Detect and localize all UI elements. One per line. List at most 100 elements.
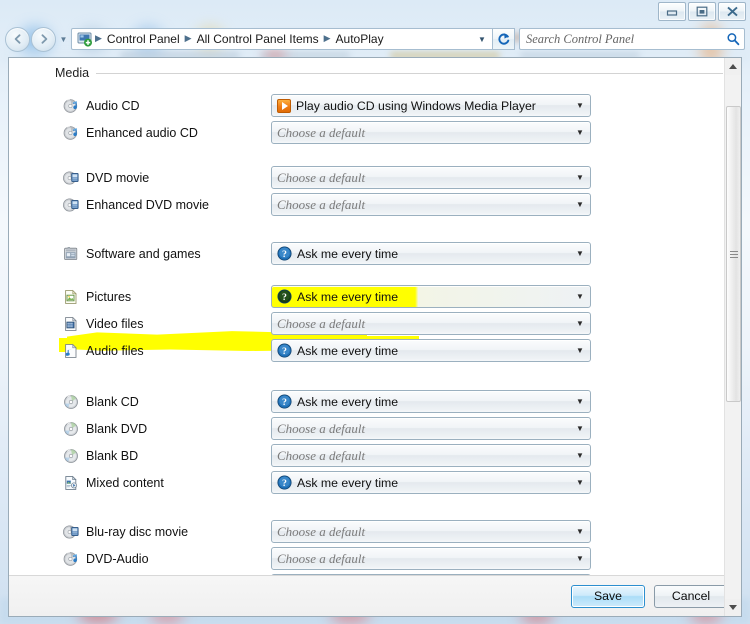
chevron-down-icon[interactable]: ▼: [573, 101, 587, 110]
autoplay-action-dropdown-blank-bd[interactable]: Choose a default ▼: [271, 444, 591, 467]
chevron-down-icon[interactable]: ▼: [573, 249, 587, 258]
autoplay-action-dropdown-video-cd[interactable]: Choose a default▼: [271, 574, 591, 575]
help-question-icon: ?: [277, 475, 292, 490]
breadcrumb-item-autoplay[interactable]: AutoPlay: [332, 30, 388, 48]
dropdown-value-wrapper: Choose a default: [277, 316, 573, 332]
address-dropdown-button[interactable]: ▼: [474, 35, 490, 44]
autoplay-action-dropdown-video-files[interactable]: Choose a default ▼: [271, 312, 591, 335]
search-icon[interactable]: [726, 32, 740, 46]
autoplay-action-dropdown-dvd-movie[interactable]: Choose a default ▼: [271, 166, 591, 189]
autoplay-action-dropdown-mixed-content[interactable]: ? Ask me every time ▼: [271, 471, 591, 494]
dropdown-value-text: Ask me every time: [297, 343, 399, 358]
media-row-label-software-and-games: Software and games: [63, 240, 201, 267]
maximize-button[interactable]: [688, 2, 716, 21]
breadcrumb: ▶ Control Panel ▶ All Control Panel Item…: [75, 30, 474, 48]
autoplay-action-dropdown-software-and-games[interactable]: ? Ask me every time ▼: [271, 242, 591, 265]
search-box[interactable]: [519, 28, 745, 50]
row-spacer: [9, 146, 741, 164]
search-input[interactable]: [524, 31, 726, 47]
chevron-down-icon[interactable]: ▼: [573, 424, 587, 433]
autoplay-action-dropdown-blu-ray-disc-movie[interactable]: Choose a default ▼: [271, 520, 591, 543]
cancel-button[interactable]: Cancel: [654, 584, 728, 608]
dropdown-value-wrapper: ? Ask me every time: [277, 289, 573, 304]
row-spacer: [9, 267, 741, 283]
back-button[interactable]: [5, 26, 30, 52]
chevron-down-icon[interactable]: ▼: [573, 173, 587, 182]
autoplay-action-dropdown-enhanced-dvd-movie[interactable]: Choose a default ▼: [271, 193, 591, 216]
chevron-down-icon[interactable]: ▼: [573, 128, 587, 137]
windows-media-player-icon: [277, 98, 291, 113]
autoplay-action-dropdown-blank-cd[interactable]: ? Ask me every time ▼: [271, 390, 591, 413]
svg-text:?: ?: [282, 249, 287, 260]
chevron-down-icon[interactable]: ▼: [573, 527, 587, 536]
svg-text:?: ?: [282, 292, 287, 303]
mixed-content-icon: [65, 475, 77, 490]
help-question-icon: ?: [277, 289, 292, 304]
window-controls: [658, 2, 746, 21]
scrollbar-thumb[interactable]: [726, 106, 741, 402]
media-row-enhanced-audio-cd: Enhanced audio CD Choose a default ▼: [9, 119, 741, 146]
settings-scroll-area: Media Audio CD Play audio CD using Window…: [9, 58, 741, 575]
chevron-down-icon[interactable]: ▼: [573, 451, 587, 460]
media-row-label-blank-cd: Blank CD: [63, 388, 139, 415]
chevron-down-icon[interactable]: ▼: [573, 478, 587, 487]
media-type-name: DVD movie: [86, 170, 150, 185]
refresh-button[interactable]: [493, 28, 515, 50]
scroll-up-button[interactable]: [725, 58, 741, 75]
dropdown-value-wrapper: ? Ask me every time: [277, 246, 573, 261]
settings-content: Media Audio CD Play audio CD using Window…: [9, 64, 741, 575]
media-row-label-blu-ray-disc-movie: Blu-ray disc movie: [63, 518, 188, 545]
video-files-icon: [65, 316, 77, 331]
row-spacer: [9, 218, 741, 240]
svg-text:?: ?: [282, 346, 287, 357]
minimize-button[interactable]: [658, 2, 686, 21]
chevron-down-icon[interactable]: ▼: [573, 554, 587, 563]
recent-pages-button[interactable]: ▼: [57, 27, 70, 52]
autoplay-action-dropdown-enhanced-audio-cd[interactable]: Choose a default ▼: [271, 121, 591, 144]
scroll-down-button[interactable]: [725, 599, 741, 616]
autoplay-action-dropdown-audio-files[interactable]: ? Ask me every time ▼: [271, 339, 591, 362]
autoplay-action-dropdown-blank-dvd[interactable]: Choose a default ▼: [271, 417, 591, 440]
media-row-label-video-cd: Video CD: [63, 572, 139, 575]
scroll-up-icon: [729, 64, 737, 69]
minimize-icon: [666, 9, 678, 16]
breadcrumb-item-all-control-panel-items[interactable]: All Control Panel Items: [193, 30, 323, 48]
breadcrumb-separator[interactable]: ▶: [323, 30, 332, 47]
save-button[interactable]: Save: [571, 584, 645, 608]
media-type-name: Video files: [86, 316, 144, 331]
chevron-down-icon[interactable]: ▼: [573, 319, 587, 328]
maximize-icon: [696, 6, 708, 17]
dropdown-value-text: Choose a default: [277, 420, 366, 436]
autoplay-action-dropdown-audio-cd[interactable]: Play audio CD using Windows Media Player…: [271, 94, 591, 117]
autoplay-action-dropdown-dvd-audio[interactable]: Choose a default ▼: [271, 547, 591, 570]
breadcrumb-item-control-panel[interactable]: Control Panel: [103, 30, 184, 48]
media-type-name: Audio files: [86, 343, 144, 358]
media-row-enhanced-dvd-movie: Enhanced DVD movie Choose a default ▼: [9, 191, 741, 218]
close-button[interactable]: [718, 2, 746, 21]
vertical-scrollbar[interactable]: [724, 58, 741, 616]
media-type-name: Pictures: [86, 289, 132, 304]
chevron-down-icon[interactable]: ▼: [573, 397, 587, 406]
autoplay-action-dropdown-pictures[interactable]: ? Ask me every time ▼: [271, 285, 591, 308]
chevron-down-icon[interactable]: ▼: [573, 292, 587, 301]
media-type-name: Audio CD: [86, 98, 140, 113]
media-row-audio-files: Audio files ? Ask me every time ▼: [9, 337, 741, 364]
refresh-icon: [498, 33, 510, 45]
media-row-dvd-audio: DVD-Audio Choose a default ▼: [9, 545, 741, 572]
media-row-label-enhanced-dvd-movie: Enhanced DVD movie: [63, 191, 209, 218]
row-spacer: [9, 496, 741, 518]
chevron-down-icon[interactable]: ▼: [573, 346, 587, 355]
breadcrumb-separator[interactable]: ▶: [184, 30, 193, 47]
forward-button[interactable]: [31, 26, 56, 52]
chevron-down-icon: ▼: [478, 34, 486, 44]
cd-audio-icon: [63, 125, 78, 140]
dropdown-value-text: Choose a default: [277, 169, 366, 185]
chevron-down-icon[interactable]: ▼: [573, 200, 587, 209]
section-title: Media: [55, 66, 90, 80]
media-row-mixed-content: Mixed content ? Ask me every time ▼: [9, 469, 741, 496]
dvd-movie-icon: [63, 170, 79, 185]
media-row-audio-cd: Audio CD Play audio CD using Windows Medi…: [9, 92, 741, 119]
help-question-icon: ?: [277, 246, 292, 261]
address-bar[interactable]: ▶ Control Panel ▶ All Control Panel Item…: [71, 28, 493, 50]
dropdown-value-text: Choose a default: [277, 315, 366, 331]
